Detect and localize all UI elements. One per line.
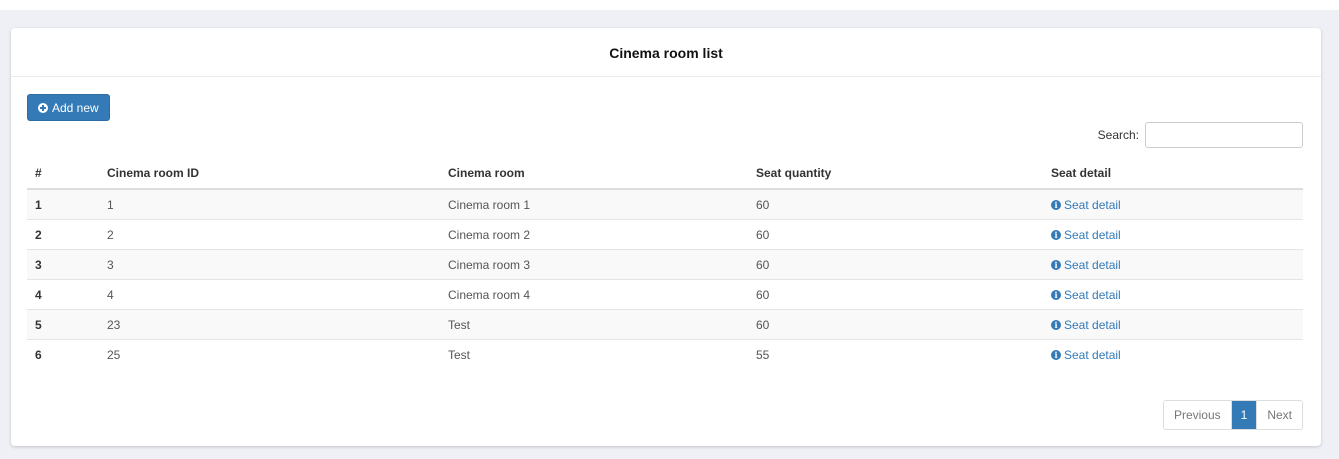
seat-detail-label: Seat detail — [1064, 198, 1121, 212]
room-name-cell: Test — [440, 339, 748, 369]
info-circle-icon: i — [1051, 230, 1061, 240]
seat-detail-label: Seat detail — [1064, 288, 1121, 302]
seat-detail-cell: i Seat detail — [1043, 219, 1303, 250]
seat-detail-label: Seat detail — [1064, 348, 1121, 362]
seat-detail-cell: i Seat detail — [1043, 249, 1303, 280]
column-header-seat-quantity[interactable]: Seat quantity — [748, 158, 1043, 190]
seat-detail-label: Seat detail — [1064, 228, 1121, 242]
seat-detail-cell: i Seat detail — [1043, 188, 1303, 220]
cinema-room-table: # Cinema room ID Cinema room Seat quanti… — [27, 158, 1303, 369]
page-1-button[interactable]: 1 — [1230, 401, 1257, 429]
info-circle-icon: i — [1051, 350, 1061, 360]
add-new-button[interactable]: Add new — [27, 94, 110, 121]
seat-detail-link[interactable]: i Seat detail — [1051, 198, 1121, 212]
row-number: 4 — [27, 279, 99, 310]
room-name-cell: Cinema room 1 — [440, 188, 748, 220]
seat-quantity-cell: 60 — [748, 279, 1043, 310]
table-row: 1 1 Cinema room 1 60 i Seat detail — [27, 188, 1303, 220]
room-name-cell: Cinema room 2 — [440, 219, 748, 250]
table-row: 3 3 Cinema room 3 60 i Seat detail — [27, 249, 1303, 280]
seat-detail-cell: i Seat detail — [1043, 309, 1303, 340]
table-row: 6 25 Test 55 i Seat detail — [27, 339, 1303, 369]
table-row: 5 23 Test 60 i Seat detail — [27, 309, 1303, 340]
table-header-row: # Cinema room ID Cinema room Seat quanti… — [27, 158, 1303, 190]
next-page-button[interactable]: Next — [1256, 401, 1302, 429]
room-name-cell: Cinema room 3 — [440, 249, 748, 280]
row-number: 2 — [27, 219, 99, 250]
room-id-cell: 4 — [99, 279, 440, 310]
seat-detail-link[interactable]: i Seat detail — [1051, 258, 1121, 272]
pagination: Previous 1 Next — [1162, 400, 1303, 430]
seat-quantity-cell: 60 — [748, 249, 1043, 280]
room-id-cell: 25 — [99, 339, 440, 369]
cinema-room-panel: Cinema room list Add new Search: # Cinem… — [11, 28, 1321, 446]
panel-title: Cinema room list — [11, 28, 1321, 77]
seat-quantity-cell: 60 — [748, 219, 1043, 250]
room-id-cell: 2 — [99, 219, 440, 250]
seat-detail-cell: i Seat detail — [1043, 279, 1303, 310]
info-circle-icon: i — [1051, 260, 1061, 270]
row-number: 6 — [27, 339, 99, 369]
table-row: 2 2 Cinema room 2 60 i Seat detail — [27, 219, 1303, 250]
room-id-cell: 3 — [99, 249, 440, 280]
seat-detail-link[interactable]: i Seat detail — [1051, 288, 1121, 302]
info-circle-icon: i — [1051, 200, 1061, 210]
table-row: 4 4 Cinema room 4 60 i Seat detail — [27, 279, 1303, 310]
search-input[interactable] — [1145, 122, 1303, 148]
info-circle-icon: i — [1051, 320, 1061, 330]
previous-page-button[interactable]: Previous — [1163, 401, 1231, 429]
column-header-seat-detail[interactable]: Seat detail — [1043, 158, 1303, 190]
column-header-room-id[interactable]: Cinema room ID — [99, 158, 440, 190]
column-header-number[interactable]: # — [27, 158, 99, 190]
row-number: 1 — [27, 188, 99, 220]
seat-detail-label: Seat detail — [1064, 318, 1121, 332]
room-id-cell: 23 — [99, 309, 440, 340]
row-number: 3 — [27, 249, 99, 280]
seat-quantity-cell: 55 — [748, 339, 1043, 369]
seat-detail-cell: i Seat detail — [1043, 339, 1303, 369]
room-id-cell: 1 — [99, 188, 440, 220]
seat-detail-link[interactable]: i Seat detail — [1051, 318, 1121, 332]
room-name-cell: Cinema room 4 — [440, 279, 748, 310]
seat-quantity-cell: 60 — [748, 309, 1043, 340]
plus-circle-icon — [38, 102, 48, 113]
row-number: 5 — [27, 309, 99, 340]
seat-detail-link[interactable]: i Seat detail — [1051, 228, 1121, 242]
column-header-room[interactable]: Cinema room — [440, 158, 748, 190]
add-new-label: Add new — [52, 100, 99, 115]
search-box: Search: — [1098, 122, 1303, 148]
info-circle-icon: i — [1051, 290, 1061, 300]
seat-quantity-cell: 60 — [748, 188, 1043, 220]
search-label: Search: — [1097, 128, 1139, 142]
room-name-cell: Test — [440, 309, 748, 340]
seat-detail-link[interactable]: i Seat detail — [1051, 348, 1121, 362]
seat-detail-label: Seat detail — [1064, 258, 1121, 272]
